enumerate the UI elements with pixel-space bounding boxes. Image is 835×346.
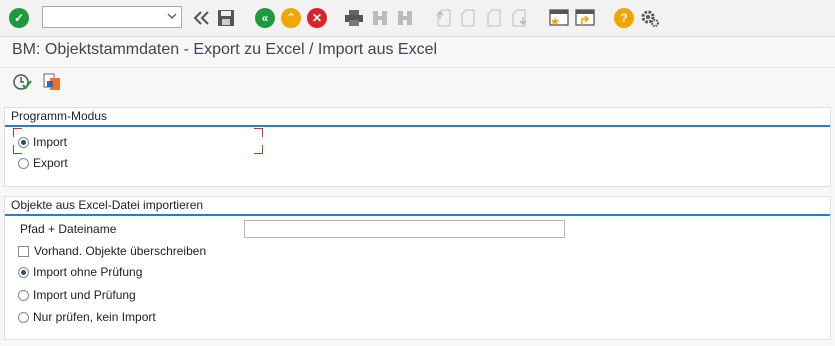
history-icon[interactable] [192, 8, 212, 28]
group-programm-modus: Programm-Modus Import Export [4, 107, 831, 187]
exit-icon[interactable]: ⌃ [281, 8, 301, 28]
radio-button[interactable] [18, 157, 29, 169]
variant-icon[interactable] [42, 72, 62, 92]
chevron-down-icon[interactable] [167, 11, 177, 21]
radio-label: Import und Prüfung [33, 288, 136, 302]
application-toolbar [0, 68, 835, 100]
find-icon[interactable] [370, 8, 390, 28]
back-icon[interactable]: « [255, 8, 275, 28]
focus-marker [254, 128, 263, 137]
cancel-icon[interactable]: ✕ [307, 8, 327, 28]
overwrite-checkbox[interactable] [18, 245, 29, 257]
radio-nur-pruefen[interactable]: Nur prüfen, kein Import [18, 309, 156, 325]
system-toolbar: ✓ « ⌃ ✕ ? [0, 0, 835, 37]
radio-import[interactable]: Import [18, 134, 67, 150]
path-label-row: Pfad + Dateiname [18, 221, 116, 237]
radio-button[interactable] [18, 266, 29, 278]
radio-import-und-pruefung[interactable]: Import und Prüfung [18, 287, 136, 303]
checkbox-label: Vorhand. Objekte überschreiben [34, 244, 207, 258]
first-page-icon[interactable] [434, 8, 454, 28]
new-session-icon[interactable] [549, 8, 569, 28]
radio-label: Nur prüfen, kein Import [33, 310, 156, 324]
path-input[interactable] [244, 220, 565, 238]
command-field[interactable] [42, 6, 182, 28]
help-icon[interactable]: ? [614, 8, 634, 28]
last-page-icon[interactable] [509, 8, 529, 28]
settings-icon[interactable] [640, 8, 660, 28]
execute-icon[interactable] [12, 72, 32, 92]
command-input[interactable] [45, 8, 164, 28]
enter-icon[interactable]: ✓ [9, 8, 29, 28]
group-title: Programm-Modus [5, 108, 830, 127]
title-bar: BM: Objektstammdaten - Export zu Excel /… [0, 37, 835, 68]
radio-label: Export [33, 156, 68, 170]
radio-button[interactable] [18, 311, 29, 323]
radio-export[interactable]: Export [18, 155, 68, 171]
save-icon[interactable] [216, 8, 236, 28]
radio-button[interactable] [18, 136, 29, 148]
next-page-icon[interactable] [484, 8, 504, 28]
radio-import-ohne-pruefung[interactable]: Import ohne Prüfung [18, 264, 142, 280]
group-excel-import: Objekte aus Excel-Datei importieren Pfad… [4, 196, 831, 340]
previous-page-icon[interactable] [458, 8, 478, 28]
page-title: BM: Objektstammdaten - Export zu Excel /… [12, 41, 438, 58]
find-next-icon[interactable] [395, 8, 415, 28]
radio-label: Import [33, 135, 68, 149]
overwrite-checkbox-row[interactable]: Vorhand. Objekte überschreiben [18, 243, 206, 259]
create-shortcut-icon[interactable] [575, 8, 595, 28]
group-title: Objekte aus Excel-Datei importieren [5, 197, 830, 216]
path-label: Pfad + Dateiname [20, 222, 117, 236]
radio-button[interactable] [18, 289, 29, 301]
focus-marker [254, 145, 263, 154]
radio-label: Import ohne Prüfung [33, 265, 143, 279]
print-icon[interactable] [344, 8, 364, 28]
